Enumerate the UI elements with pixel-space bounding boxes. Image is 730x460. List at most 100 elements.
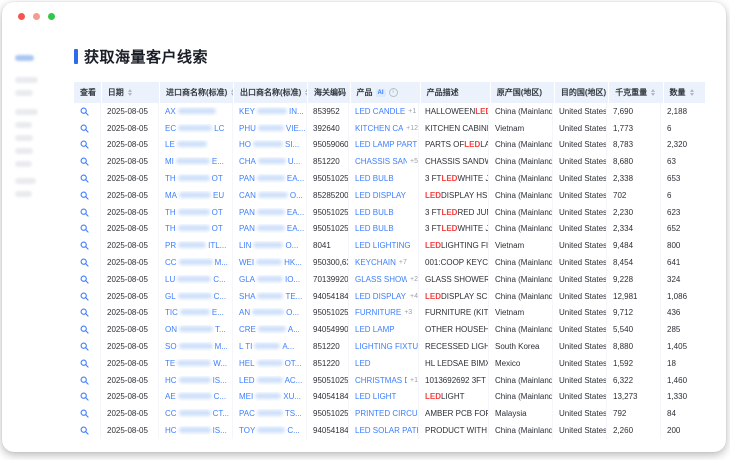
product-link[interactable]: LED BULB <box>355 174 394 183</box>
product-link[interactable]: LED LAMP PART <box>355 140 417 149</box>
product-link[interactable]: LED BULB <box>355 224 394 233</box>
importer-link[interactable]: AEC... <box>159 389 233 406</box>
importer-link[interactable]: THOT <box>159 204 233 221</box>
column-header-3[interactable]: 出口商名称(标准) <box>234 82 307 103</box>
sidebar-item-1[interactable] <box>15 77 38 83</box>
sidebar-item-2[interactable] <box>15 90 33 96</box>
product-link[interactable]: LED LAMP <box>355 325 395 334</box>
exporter-link[interactable]: LEDAC... <box>233 372 307 389</box>
sidebar-item-7[interactable] <box>15 161 32 167</box>
importer-link[interactable]: LUC... <box>159 271 233 288</box>
search-icon[interactable] <box>74 170 101 187</box>
window-zoom-button[interactable] <box>48 13 55 20</box>
importer-link[interactable]: ECLC <box>159 120 233 137</box>
search-icon[interactable] <box>74 355 101 372</box>
sort-icon[interactable] <box>305 89 307 96</box>
sidebar-item-3[interactable] <box>15 109 38 115</box>
importer-link[interactable]: ONT... <box>159 321 233 338</box>
exporter-link[interactable]: L TIA... <box>233 338 307 355</box>
product-link[interactable]: PRINTED CIRCUIT B <box>355 409 418 418</box>
product-link[interactable]: FURNITURE <box>355 308 401 317</box>
exporter-link[interactable]: GLAIO... <box>233 271 307 288</box>
column-header-1[interactable]: 日期 <box>102 82 159 103</box>
search-icon[interactable] <box>74 422 101 439</box>
exporter-link[interactable]: PHUVIE... <box>233 120 307 137</box>
importer-link[interactable]: CCCT... <box>159 405 233 422</box>
search-icon[interactable] <box>74 271 101 288</box>
exporter-link[interactable]: TOYC... <box>233 422 307 439</box>
sort-icon[interactable] <box>231 89 233 96</box>
product-link[interactable]: LED <box>355 359 371 368</box>
window-minimize-button[interactable] <box>33 13 40 20</box>
search-icon[interactable] <box>74 153 101 170</box>
exporter-link[interactable]: CHAU... <box>233 153 307 170</box>
product-link[interactable]: LED DISPLAY S <box>355 292 407 301</box>
exporter-link[interactable]: WEIHK... <box>233 254 307 271</box>
sidebar-item-4[interactable] <box>15 122 32 128</box>
search-icon[interactable] <box>74 321 101 338</box>
exporter-link[interactable]: KEYIN... <box>233 103 307 120</box>
exporter-link[interactable]: HELOT... <box>233 355 307 372</box>
column-header-10[interactable]: 数量 <box>664 82 705 103</box>
product-link[interactable]: LED LIGHTING <box>355 241 411 250</box>
importer-link[interactable]: TEW... <box>159 355 233 372</box>
importer-link[interactable]: MIE... <box>159 153 233 170</box>
search-icon[interactable] <box>74 120 101 137</box>
importer-link[interactable]: PRITL... <box>159 237 233 254</box>
product-link[interactable]: LED LIGHT <box>355 392 396 401</box>
sidebar-item-6[interactable] <box>15 148 33 154</box>
product-link[interactable]: LED SOLAR PATHW <box>355 426 418 435</box>
info-icon[interactable]: i <box>389 88 398 97</box>
product-link[interactable]: CHASSIS SAND <box>355 157 407 166</box>
sort-icon[interactable] <box>128 89 132 96</box>
product-link[interactable]: LED CANDLE <box>355 107 405 116</box>
importer-link[interactable]: GLC... <box>159 288 233 305</box>
product-link[interactable]: GLASS SHOWE <box>355 275 407 284</box>
search-icon[interactable] <box>74 137 101 154</box>
product-link[interactable]: KITCHEN CAB <box>355 124 403 133</box>
column-header-2[interactable]: 进口商名称(标准) <box>160 82 233 103</box>
exporter-link[interactable]: ANO... <box>233 305 307 322</box>
exporter-link[interactable]: PACTS... <box>233 405 307 422</box>
product-link[interactable]: LED DISPLAY <box>355 191 406 200</box>
product-link[interactable]: LIGHTING FIXTURE <box>355 342 418 351</box>
search-icon[interactable] <box>74 237 101 254</box>
importer-link[interactable]: HCIS... <box>159 422 233 439</box>
product-link[interactable]: CHRISTMAS DE <box>355 376 407 385</box>
sort-icon[interactable] <box>690 89 694 96</box>
exporter-link[interactable]: PANEA... <box>233 204 307 221</box>
search-icon[interactable] <box>74 305 101 322</box>
importer-link[interactable]: THOT <box>159 221 233 238</box>
search-icon[interactable] <box>74 254 101 271</box>
importer-link[interactable]: TICE... <box>159 305 233 322</box>
column-header-9[interactable]: 千克重量 <box>609 82 662 103</box>
product-link[interactable]: KEYCHAIN <box>355 258 396 267</box>
search-icon[interactable] <box>74 389 101 406</box>
search-icon[interactable] <box>74 103 101 120</box>
exporter-link[interactable]: PANEA... <box>233 221 307 238</box>
search-icon[interactable] <box>74 187 101 204</box>
search-icon[interactable] <box>74 288 101 305</box>
importer-link[interactable]: HCIS... <box>159 372 233 389</box>
importer-link[interactable]: SOM... <box>159 338 233 355</box>
search-icon[interactable] <box>74 204 101 221</box>
sidebar-item-9[interactable] <box>15 191 32 197</box>
search-icon[interactable] <box>74 338 101 355</box>
product-link[interactable]: LED BULB <box>355 208 394 217</box>
importer-link[interactable]: AX <box>159 103 233 120</box>
sidebar-item-0[interactable] <box>15 55 34 61</box>
exporter-link[interactable]: HOSI... <box>233 137 307 154</box>
importer-link[interactable]: MAEU <box>159 187 233 204</box>
window-close-button[interactable] <box>18 13 25 20</box>
importer-link[interactable]: CCM... <box>159 254 233 271</box>
search-icon[interactable] <box>74 221 101 238</box>
sidebar-item-5[interactable] <box>15 135 33 141</box>
exporter-link[interactable]: CREA... <box>233 321 307 338</box>
exporter-link[interactable]: CANO... <box>233 187 307 204</box>
exporter-link[interactable]: MEIXU... <box>233 389 307 406</box>
exporter-link[interactable]: PANEA... <box>233 170 307 187</box>
sort-icon[interactable] <box>651 89 655 96</box>
exporter-link[interactable]: SHATE... <box>233 288 307 305</box>
importer-link[interactable]: THOT <box>159 170 233 187</box>
importer-link[interactable]: LE <box>159 137 233 154</box>
